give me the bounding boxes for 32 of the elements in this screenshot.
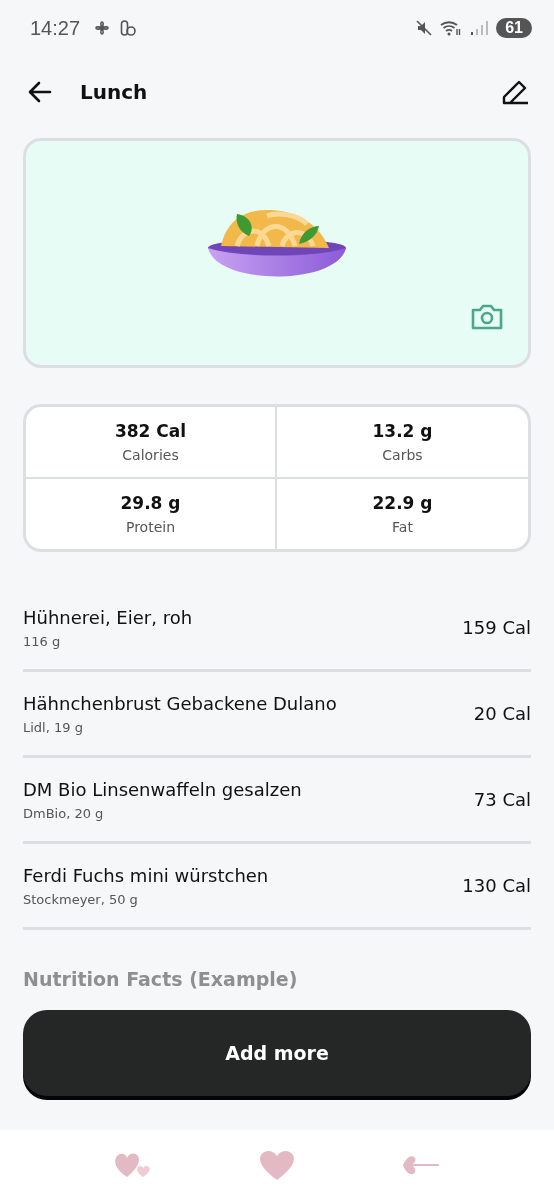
wifi-icon: [440, 19, 463, 37]
macro-value: 382 Cal: [114, 421, 187, 441]
food-name: Ferdi Fuchs mini würstchen: [23, 864, 270, 886]
battery-indicator: 61: [496, 18, 532, 38]
section-title: Nutrition Facts (Example): [23, 968, 299, 990]
macro-label: Protein: [125, 519, 176, 535]
food-calories: 73 Cal: [473, 789, 531, 810]
macro-value: 29.8 g: [120, 493, 181, 513]
macro-value: 22.9 g: [372, 493, 433, 513]
signal-icon: [470, 20, 489, 36]
food-detail: Stockmeyer, 50 g: [23, 891, 139, 907]
heart-arrow-icon[interactable]: [401, 1153, 442, 1177]
food-calories: 159 Cal: [462, 617, 531, 638]
macro-value: 13.2 g: [372, 421, 433, 441]
mute-icon: [416, 20, 433, 36]
food-name: Hähnchenbrust Gebackene Dulano: [23, 692, 338, 714]
food-detail: 116 g: [23, 633, 62, 649]
two-hearts-icon[interactable]: [112, 1151, 153, 1179]
macro-label: Carbs: [382, 447, 423, 463]
food-calories: 130 Cal: [462, 875, 531, 896]
food-name: Hühnerei, Eier, roh: [23, 606, 194, 628]
app-icon: [120, 19, 137, 37]
food-detail: Lidl, 19 g: [23, 719, 84, 735]
food-name: DM Bio Linsenwaffeln gesalzen: [23, 778, 303, 800]
food-detail: DmBio, 20 g: [23, 805, 105, 821]
macro-label: Fat: [392, 519, 413, 535]
heart-icon[interactable]: [258, 1149, 296, 1181]
food-calories: 20 Cal: [473, 703, 531, 724]
camera-button[interactable]: [470, 303, 504, 331]
macro-label: Calories: [122, 447, 179, 463]
status-time: 14:27: [30, 16, 81, 40]
page-title: Lunch: [80, 80, 148, 104]
